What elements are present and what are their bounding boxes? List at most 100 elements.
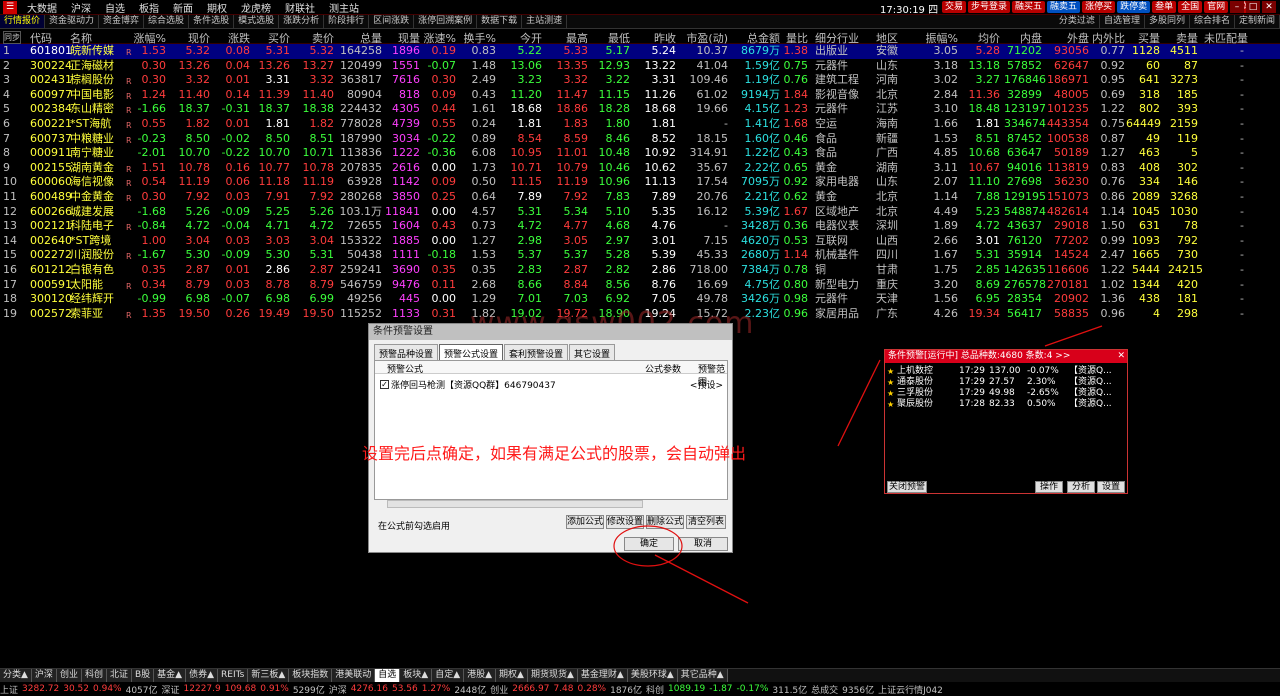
menu-item[interactable]: 沪深 bbox=[64, 0, 98, 15]
menu-item[interactable]: 大数据 bbox=[20, 0, 64, 15]
quick-button[interactable]: 融卖五 bbox=[1047, 1, 1081, 13]
market-tab[interactable]: 沪深 bbox=[31, 669, 57, 682]
table-row[interactable]: 5 002384 东山精密 -1.66 18.37 -0.31 18.37 18.38 2244… bbox=[0, 102, 1280, 117]
quick-button[interactable]: 官网 bbox=[1204, 1, 1229, 13]
menu-item[interactable]: 测主站 bbox=[322, 0, 366, 15]
function-tab[interactable]: 行情报价 bbox=[0, 15, 46, 28]
function-tab[interactable]: 阶段排行 bbox=[324, 15, 370, 28]
quick-button[interactable]: 全国 bbox=[1178, 1, 1203, 13]
market-tab[interactable]: 美股环球▲ bbox=[627, 669, 678, 682]
market-tab[interactable]: 板块指数 bbox=[289, 669, 333, 682]
close-icon[interactable]: ✕ bbox=[1262, 1, 1276, 13]
quick-button[interactable]: 融买五 bbox=[1012, 1, 1046, 13]
table-row[interactable]: 12 600266 城建发展 -1.68 5.26 -0.09 5.25 5.26 103.1万… bbox=[0, 205, 1280, 220]
operate-button[interactable]: 操作 bbox=[1035, 481, 1063, 493]
table-row[interactable]: 2 300224 正海磁材 0.30 13.26 0.04 13.26 13.27 120499… bbox=[0, 59, 1280, 74]
market-tab[interactable]: 期权▲ bbox=[496, 669, 528, 682]
table-row[interactable]: 18 300120 经纬辉开 -0.99 6.98 -0.07 6.98 6.99 49256 4… bbox=[0, 292, 1280, 307]
function-tab[interactable]: 模式选股 bbox=[234, 15, 280, 28]
market-tab[interactable]: 期货现货▲ bbox=[527, 669, 578, 682]
menu-item[interactable]: 自选 bbox=[98, 0, 132, 15]
function-tab[interactable]: 综合选股 bbox=[144, 15, 190, 28]
market-tab[interactable]: 新三板▲ bbox=[248, 669, 290, 682]
market-tab[interactable]: 科创 bbox=[81, 669, 107, 682]
function-tab-right[interactable]: 分类过滤 bbox=[1055, 15, 1100, 28]
table-row[interactable]: 6 600221 *ST海航 0.55 1.82 0.01 1.81 1.82 778028 47… bbox=[0, 117, 1280, 132]
table-row[interactable]: 8 000911 南宁糖业 -2.01 10.70 -0.22 10.70 10.71 1138… bbox=[0, 146, 1280, 161]
market-tab[interactable]: 其它品种▲ bbox=[677, 669, 728, 682]
function-tab-right[interactable]: 综合排名 bbox=[1190, 15, 1235, 28]
table-row[interactable]: 11 600489 中金黄金 0.30 7.92 0.03 7.91 7.92 280268 38… bbox=[0, 190, 1280, 205]
add-formula-button[interactable]: 添加公式 bbox=[566, 515, 604, 529]
function-tab[interactable]: 资金驱动力 bbox=[45, 15, 100, 28]
market-tab[interactable]: 基金理财▲ bbox=[577, 669, 628, 682]
menu-item[interactable]: 龙虎榜 bbox=[234, 0, 278, 15]
table-cell: 49 bbox=[1146, 131, 1160, 145]
quick-button[interactable]: 交易 bbox=[942, 1, 967, 13]
menu-item[interactable]: 期权 bbox=[200, 0, 234, 15]
table-row[interactable]: 17 000591 太阳能 0.34 8.79 0.03 8.78 8.79 546759 947… bbox=[0, 278, 1280, 293]
quick-button[interactable]: 叁单 bbox=[1152, 1, 1177, 13]
checkbox-checked-icon[interactable]: ✓ bbox=[380, 380, 389, 389]
minimize-icon[interactable]: – bbox=[1230, 1, 1244, 13]
function-tab[interactable]: 主站测速 bbox=[522, 15, 568, 28]
table-row[interactable]: 1 601801 皖新传媒 1.53 5.32 0.08 5.31 5.32 164258 189… bbox=[0, 44, 1280, 59]
ok-button[interactable]: 确定 bbox=[624, 537, 674, 551]
alert-item[interactable]: ★ 三孚股份 17:29 49.98 -2.65% 【资源Q... bbox=[887, 388, 1125, 399]
market-tab[interactable]: 自选 bbox=[375, 669, 401, 682]
market-tab[interactable]: 板块▲ bbox=[400, 669, 433, 682]
table-row[interactable]: 16 601212 白银有色 0.35 2.87 0.01 2.86 2.87 259241 36… bbox=[0, 263, 1280, 278]
horizontal-scrollbar[interactable] bbox=[387, 500, 643, 508]
function-tab[interactable]: 资金博弈 bbox=[99, 15, 145, 28]
function-tab-right[interactable]: 多股同列 bbox=[1145, 15, 1190, 28]
edit-settings-button[interactable]: 修改设置 bbox=[606, 515, 644, 529]
market-tab[interactable]: 港股▲ bbox=[464, 669, 497, 682]
market-tab[interactable]: 港美联动 bbox=[332, 669, 376, 682]
alert-item[interactable]: ★ 通泰股份 17:29 27.57 2.30% 【资源Q... bbox=[887, 377, 1125, 388]
quick-button[interactable]: 步号登录 bbox=[968, 1, 1011, 13]
function-tab[interactable]: 区间涨跌 bbox=[369, 15, 415, 28]
market-tab[interactable]: 分类▲ bbox=[0, 669, 32, 682]
table-row[interactable]: 4 600977 中国电影 1.24 11.40 0.14 11.39 11.40 80904 8… bbox=[0, 88, 1280, 103]
close-icon[interactable]: ✕ bbox=[1117, 350, 1125, 363]
alert-item[interactable]: ★ 聚辰股份 17:28 82.33 0.50% 【资源Q... bbox=[887, 399, 1125, 410]
market-tab[interactable]: 创业 bbox=[56, 669, 82, 682]
table-cell: -0.07 bbox=[427, 58, 456, 72]
market-tab[interactable]: 债券▲ bbox=[186, 669, 219, 682]
table-row[interactable]: 14 002640 *ST跨境 1.00 3.04 0.03 3.03 3.04 153322 1… bbox=[0, 234, 1280, 249]
table-row[interactable]: 10 600060 海信视像 0.54 11.19 0.06 11.18 11.19 63928… bbox=[0, 175, 1280, 190]
maximize-icon[interactable]: □ bbox=[1246, 1, 1260, 13]
market-tab[interactable]: 自定▲ bbox=[432, 669, 465, 682]
clear-list-button[interactable]: 清空列表 bbox=[686, 515, 726, 529]
close-alert-button[interactable]: 关闭预警 bbox=[887, 481, 927, 493]
function-tab[interactable]: 条件选股 bbox=[189, 15, 235, 28]
function-tab-right[interactable]: 自选管理 bbox=[1100, 15, 1145, 28]
cancel-button[interactable]: 取消 bbox=[678, 537, 728, 551]
delete-formula-button[interactable]: 删除公式 bbox=[646, 515, 684, 529]
function-tab[interactable]: 涨跌分析 bbox=[279, 15, 325, 28]
market-tab[interactable]: 基金▲ bbox=[154, 669, 187, 682]
analysis-button[interactable]: 分析 bbox=[1067, 481, 1095, 493]
table-row[interactable]: 9 002155 湖南黄金 1.51 10.78 0.16 10.77 10.78 207835… bbox=[0, 161, 1280, 176]
settings-button[interactable]: 设置 bbox=[1097, 481, 1125, 493]
function-tab[interactable]: 涨停回溯案例 bbox=[414, 15, 478, 28]
menu-item[interactable]: 板指 bbox=[132, 0, 166, 15]
menu-item[interactable]: 财联社 bbox=[278, 0, 322, 15]
market-tab[interactable]: B股 bbox=[131, 669, 155, 682]
quick-button[interactable]: 涨停买 bbox=[1082, 1, 1116, 13]
menu-item[interactable]: 新面 bbox=[166, 0, 200, 15]
table-cell: 3.01 bbox=[975, 233, 1001, 247]
app-logo[interactable]: ☰ bbox=[3, 0, 17, 14]
function-tab-right[interactable]: 定制新闻 bbox=[1235, 15, 1280, 28]
table-row[interactable]: 15 002272 川润股份 -1.67 5.30 -0.09 5.30 5.31 50438 1… bbox=[0, 248, 1280, 263]
market-tab[interactable]: REITs bbox=[218, 669, 249, 682]
alert-item[interactable]: ★ 上机数控 17:29 137.00 -0.07% 【资源Q... bbox=[887, 366, 1125, 377]
table-row[interactable]: 3 002431 棕榈股份 0.30 3.32 0.01 3.31 3.32 363817 761… bbox=[0, 73, 1280, 88]
table-row[interactable]: 13 002121 科陆电子 -0.84 4.72 -0.04 4.71 4.72 72655 1… bbox=[0, 219, 1280, 234]
column-header[interactable]: 同步 bbox=[3, 31, 21, 44]
table-row[interactable]: 7 600737 中粮糖业 -0.23 8.50 -0.02 8.50 8.51 187990 3… bbox=[0, 132, 1280, 147]
function-tab[interactable]: 数据下载 bbox=[477, 15, 523, 28]
quick-button[interactable]: 跌停卖 bbox=[1117, 1, 1151, 13]
formula-row[interactable]: ✓ 涨停回马枪测【资源QQ群】646790437 <预设> bbox=[380, 378, 725, 391]
market-tab[interactable]: 北证 bbox=[106, 669, 132, 682]
